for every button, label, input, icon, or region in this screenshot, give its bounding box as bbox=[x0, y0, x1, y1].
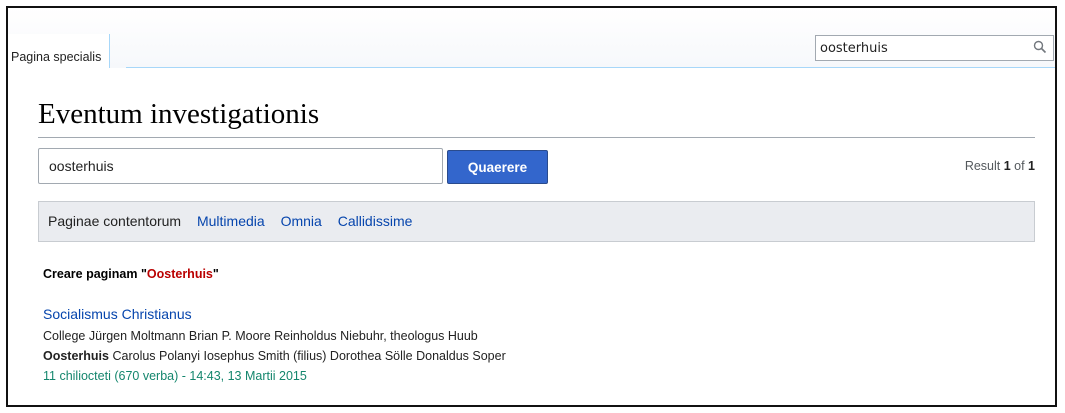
search-filter-bar: Paginae contentorum Multimedia Omnia Cal… bbox=[38, 201, 1035, 242]
result-count: Result 1 of 1 bbox=[964, 159, 1035, 173]
search-result: Socialismus Christianus College Jürgen M… bbox=[43, 306, 1035, 386]
result-title-link[interactable]: Socialismus Christianus bbox=[43, 306, 192, 322]
header-search-box[interactable] bbox=[815, 35, 1054, 61]
result-meta: 11 chiliocteti (670 verba) - 14:43, 13 M… bbox=[43, 369, 307, 383]
main-content: Eventum investigationis Quaerere Result … bbox=[38, 68, 1055, 405]
filter-advanced[interactable]: Callidissime bbox=[338, 213, 413, 229]
search-button[interactable]: Quaerere bbox=[447, 150, 548, 184]
header-search-input[interactable] bbox=[820, 39, 1020, 57]
page-title: Eventum investigationis bbox=[38, 98, 1035, 138]
filter-content-pages[interactable]: Paginae contentorum bbox=[48, 213, 181, 229]
filter-multimedia[interactable]: Multimedia bbox=[197, 213, 265, 229]
tab-bar: Pagina specialis bbox=[8, 8, 1055, 68]
browser-frame: Pagina specialis Eventum investigationis… bbox=[6, 6, 1057, 407]
create-page-prompt: Creare paginam "Oosterhuis" bbox=[43, 267, 219, 281]
search-icon[interactable] bbox=[1033, 40, 1047, 54]
search-input[interactable] bbox=[38, 148, 443, 184]
result-snippet: College Jürgen Moltmann Brian P. Moore R… bbox=[43, 329, 506, 363]
create-page-link[interactable]: Oosterhuis bbox=[147, 267, 213, 281]
tab-special-page[interactable]: Pagina specialis bbox=[8, 34, 111, 68]
filter-all[interactable]: Omnia bbox=[281, 213, 322, 229]
